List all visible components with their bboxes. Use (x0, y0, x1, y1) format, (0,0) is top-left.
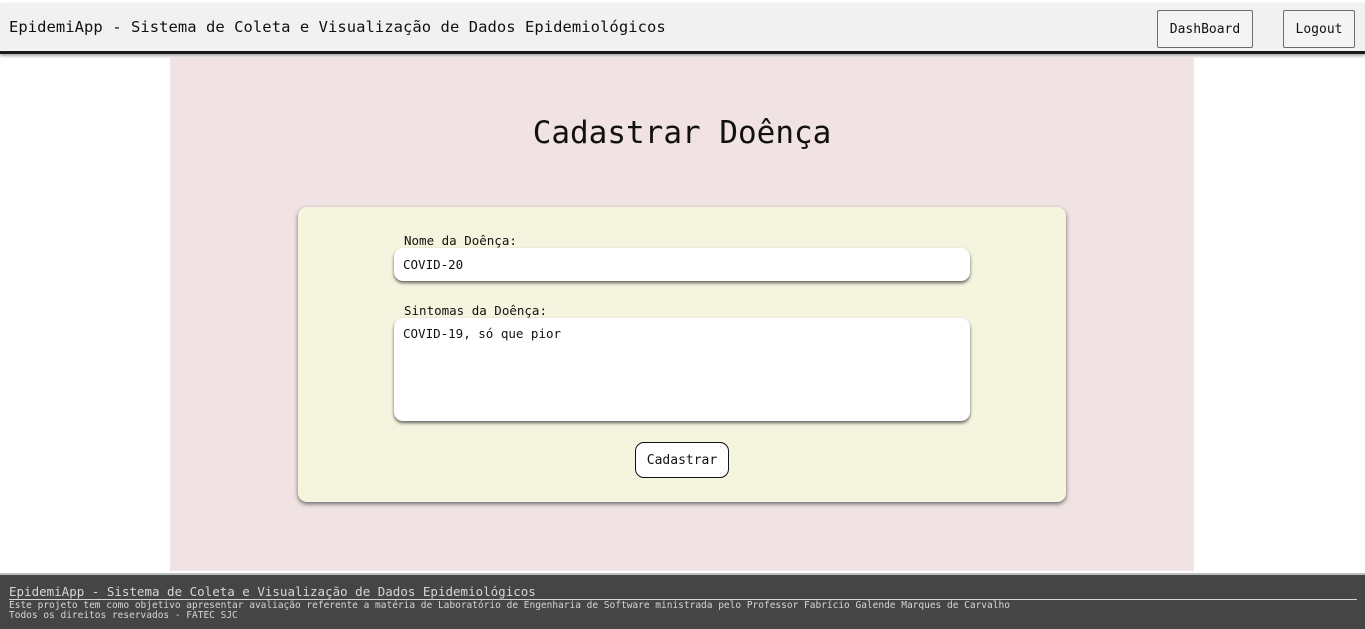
footer-rights: Todos os direitos reservados - FATEC SJC (9, 610, 238, 621)
disease-name-label: Nome da Doênça: (404, 233, 517, 248)
app-title: EpidemiApp - Sistema de Coleta e Visuali… (9, 18, 666, 36)
disease-symptoms-label: Sintomas da Doênça: (404, 303, 547, 318)
footer-title: EpidemiApp - Sistema de Coleta e Visuali… (9, 584, 536, 599)
disease-form: Nome da Doênça: Sintomas da Doênça: COVI… (298, 207, 1066, 502)
main-content: Cadastrar Doênça Nome da Doênça: Sintoma… (170, 57, 1194, 571)
top-header: EpidemiApp - Sistema de Coleta e Visuali… (0, 3, 1365, 54)
page-title: Cadastrar Doênça (532, 115, 832, 151)
disease-symptoms-textarea[interactable]: COVID-19, só que pior (394, 318, 970, 421)
disease-name-input[interactable] (394, 248, 970, 281)
register-button[interactable]: Cadastrar (635, 442, 729, 478)
logout-button[interactable]: Logout (1283, 10, 1355, 48)
dashboard-button[interactable]: DashBoard (1157, 10, 1253, 48)
footer: EpidemiApp - Sistema de Coleta e Visuali… (0, 573, 1365, 629)
